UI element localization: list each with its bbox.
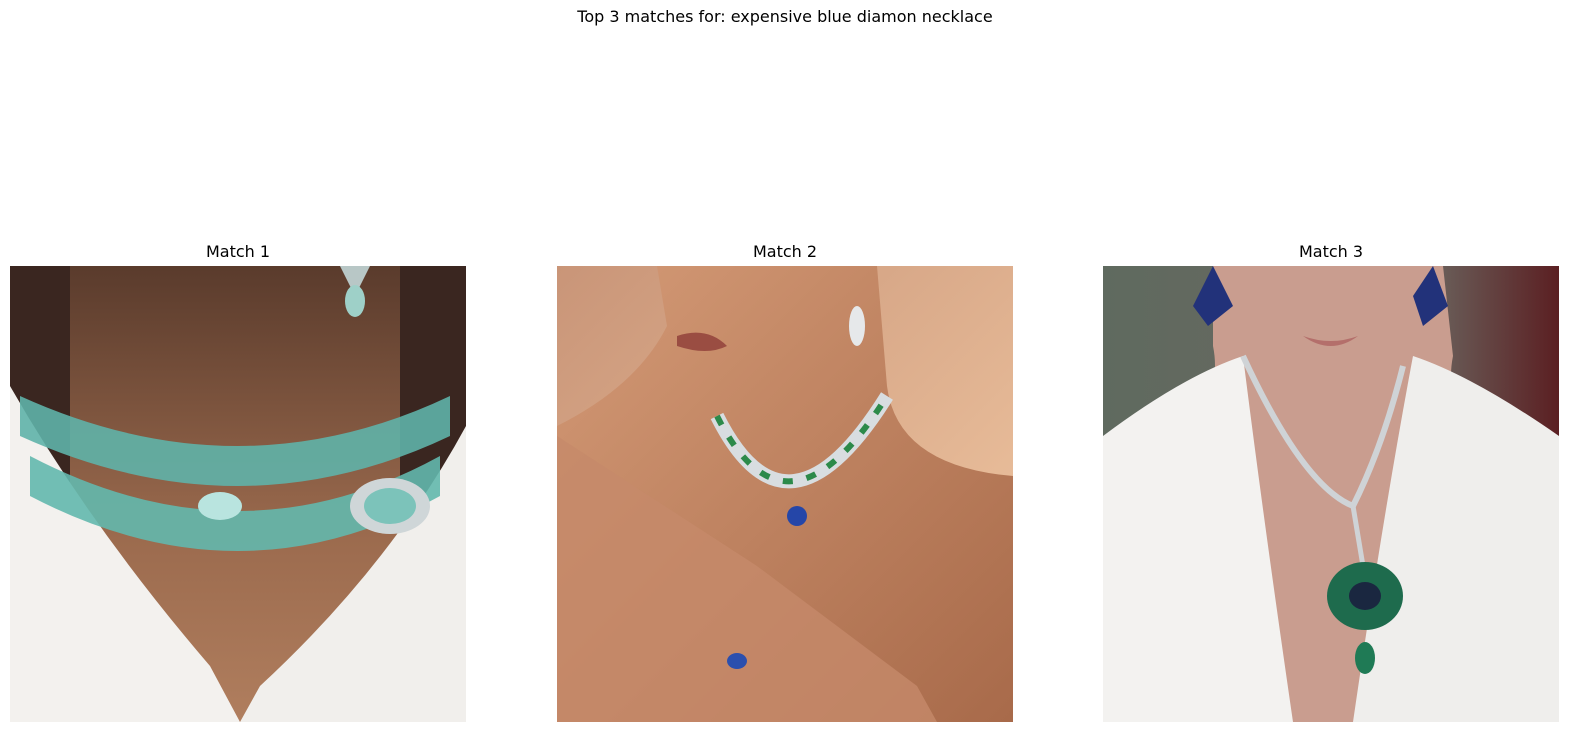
match-3-image — [1103, 266, 1559, 722]
match-1-image — [10, 266, 466, 722]
figure-title: Top 3 matches for: expensive blue diamon… — [577, 7, 993, 26]
match-1-title: Match 1 — [205, 242, 271, 261]
match-2-image — [557, 266, 1013, 722]
match-3-title: Match 3 — [1298, 242, 1364, 261]
match-2-title: Match 2 — [752, 242, 818, 261]
